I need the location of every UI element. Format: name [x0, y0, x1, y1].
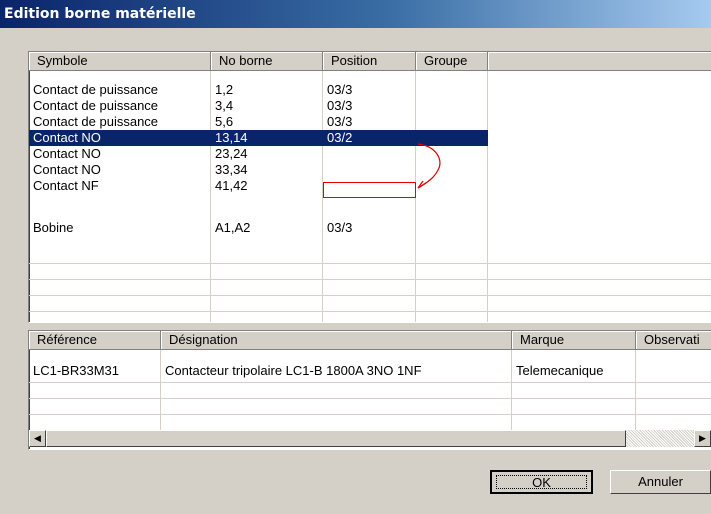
- cell-no-borne[interactable]: 23,24: [211, 146, 322, 162]
- column-header-marque[interactable]: Marque: [512, 331, 636, 350]
- arrow-right-icon[interactable]: ▶: [694, 430, 711, 447]
- cell-symbole[interactable]: Contact NF: [29, 178, 210, 194]
- cell-no-borne[interactable]: 41,42: [211, 178, 322, 194]
- table-row[interactable]: Contact de puissance 3,4 03/3: [29, 98, 711, 114]
- cell-symbole[interactable]: Contact NO: [29, 162, 210, 178]
- column-header-symbole[interactable]: Symbole: [29, 52, 211, 71]
- grid-line: [635, 350, 636, 430]
- cell-symbole[interactable]: Contact de puissance: [29, 114, 210, 130]
- cell-position[interactable]: [323, 146, 415, 162]
- column-header-no-borne[interactable]: No borne: [211, 52, 323, 71]
- scroll-thumb[interactable]: [46, 430, 626, 447]
- position-edit-box[interactable]: [323, 182, 416, 198]
- cell-marque[interactable]: Telemecanique: [512, 363, 635, 379]
- grid-line: [29, 414, 711, 415]
- grid-line: [29, 382, 711, 383]
- grid-line: [29, 263, 711, 264]
- cell-symbole[interactable]: Bobine: [29, 220, 210, 236]
- table-row[interactable]: Bobine A1,A2 03/3: [29, 220, 711, 236]
- cell-reference[interactable]: LC1-BR33M31: [29, 363, 160, 379]
- cell-position[interactable]: 03/2: [323, 130, 416, 146]
- table-row[interactable]: LC1-BR33M31 Contacteur tripolaire LC1-B …: [29, 363, 711, 379]
- horizontal-scrollbar[interactable]: ◀ ▶: [29, 430, 711, 447]
- cell-no-borne[interactable]: 3,4: [211, 98, 322, 114]
- column-header-filler: [488, 52, 711, 71]
- cancel-label: Annuler: [638, 474, 683, 489]
- grid-line: [29, 279, 711, 280]
- cell-symbole[interactable]: Contact NO: [29, 130, 211, 146]
- cell-observation[interactable]: [636, 363, 711, 379]
- grid-line: [29, 398, 711, 399]
- cancel-button[interactable]: Annuler: [610, 470, 711, 494]
- table-row[interactable]: Contact de puissance 1,2 03/3: [29, 82, 711, 98]
- table-row-selected[interactable]: Contact NO 13,14 03/2: [29, 130, 711, 146]
- cell-no-borne[interactable]: 5,6: [211, 114, 322, 130]
- cell-no-borne[interactable]: 1,2: [211, 82, 322, 98]
- cell-no-borne[interactable]: 13,14: [211, 130, 323, 146]
- cell-no-borne[interactable]: 33,34: [211, 162, 322, 178]
- column-header-designation[interactable]: Désignation: [161, 331, 512, 350]
- table-row[interactable]: Contact NO 23,24: [29, 146, 711, 162]
- cell-symbole[interactable]: Contact NO: [29, 146, 210, 162]
- cell-position[interactable]: [323, 162, 415, 178]
- table-row[interactable]: Contact de puissance 5,6 03/3: [29, 114, 711, 130]
- cell-position[interactable]: 03/3: [323, 82, 415, 98]
- table-row[interactable]: Contact NO 33,34: [29, 162, 711, 178]
- window-title: Edition borne matérielle: [4, 6, 196, 22]
- grid-line: [29, 311, 711, 312]
- annotation-arrow-icon: [417, 143, 441, 189]
- cell-designation[interactable]: Contacteur tripolaire LC1-B 1800A 3NO 1N…: [161, 363, 511, 379]
- ok-button[interactable]: OK: [490, 470, 593, 494]
- grid-line: [160, 350, 161, 430]
- cell-position[interactable]: 03/3: [323, 114, 415, 130]
- arrow-left-icon[interactable]: ◀: [29, 430, 46, 447]
- cell-position[interactable]: 03/3: [323, 220, 415, 236]
- cell-symbole[interactable]: Contact de puissance: [29, 82, 210, 98]
- title-bar: Edition borne matérielle: [0, 0, 711, 28]
- column-header-observation[interactable]: Observati: [636, 331, 711, 350]
- column-header-reference[interactable]: Référence: [29, 331, 161, 350]
- grid-line: [29, 295, 711, 296]
- column-header-position[interactable]: Position: [323, 52, 416, 71]
- cell-symbole[interactable]: Contact de puissance: [29, 98, 210, 114]
- cell-position[interactable]: 03/3: [323, 98, 415, 114]
- cell-no-borne[interactable]: A1,A2: [211, 220, 322, 236]
- focus-rect: [496, 475, 587, 489]
- column-header-groupe[interactable]: Groupe: [416, 52, 488, 71]
- grid-line: [511, 350, 512, 430]
